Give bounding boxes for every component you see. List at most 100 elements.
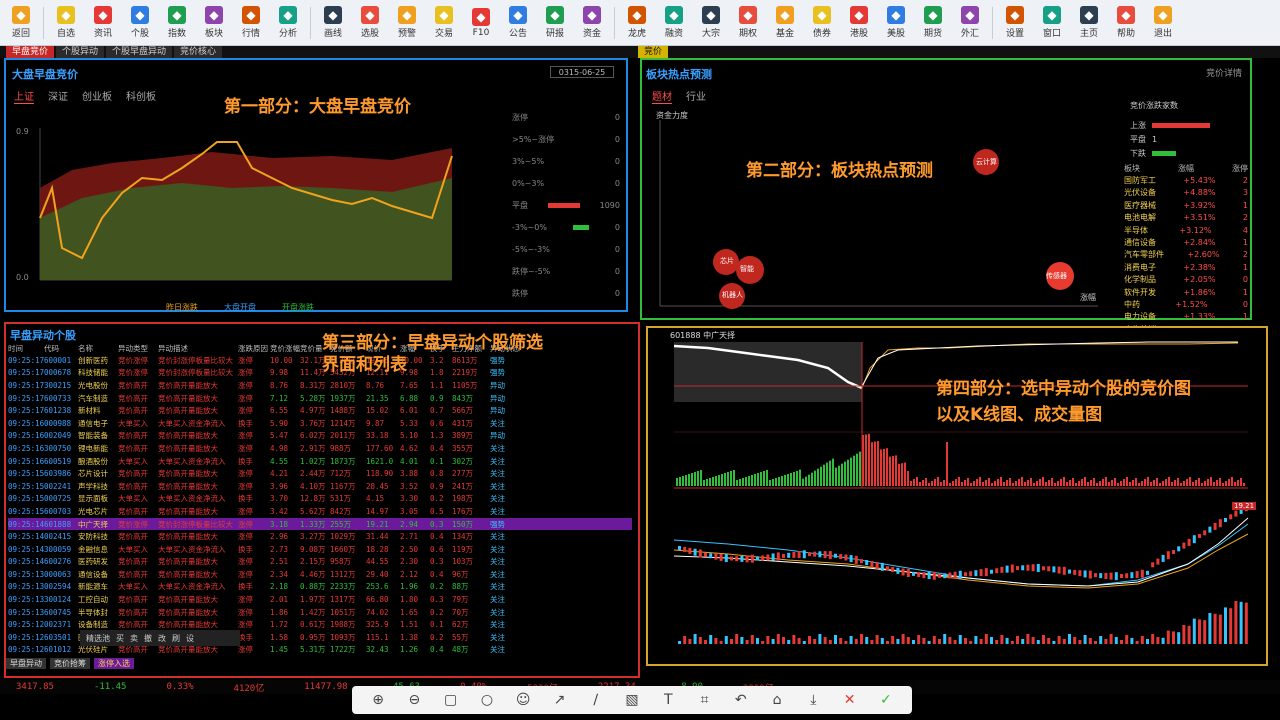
toolbar-button[interactable]: ◆ 资金 — [575, 3, 609, 43]
toolbar-button[interactable]: ◆ 研报 — [538, 3, 572, 43]
toolbar-button[interactable]: ◆ 预警 — [390, 3, 424, 43]
toolbar-button[interactable]: ◆ 自选 — [49, 3, 83, 43]
toolbar-button[interactable]: ◆ 期货 — [916, 3, 950, 43]
toolbar-button[interactable]: ◆ 债券 — [805, 3, 839, 43]
toolbar-button[interactable]: ◆ 期权 — [731, 3, 765, 43]
header-cell[interactable]: 代码 — [44, 343, 78, 354]
sector-row[interactable]: 医疗器械 +3.92% 1 — [1124, 199, 1248, 211]
sector-row[interactable]: 汽车零部件 +2.60% 2 — [1124, 249, 1248, 261]
emoji-icon[interactable]: ☺ — [513, 692, 533, 708]
toolbar-button[interactable]: ◆ 画线 — [316, 3, 350, 43]
table-row[interactable]: 09:25:14 300059 金融信息 大单买入 大单买入资金净流入 换手 2.73 9.0… — [8, 543, 632, 556]
toolbar-button[interactable]: ◆ 公告 — [501, 3, 535, 43]
table-row[interactable]: 09:25:14 002415 安防科技 竞价高开 竞价高开量能放大 涨停 2.96 3.27… — [8, 530, 632, 543]
tab-auction-core[interactable]: 竞价核心 — [174, 46, 223, 58]
sector-row[interactable]: 半导体 +3.12% 4 — [1124, 224, 1248, 236]
header-cell[interactable]: 时间 — [8, 343, 44, 354]
toolbar-button[interactable]: ◆ 资讯 — [86, 3, 120, 43]
zoom-in-icon[interactable]: ⊕ — [368, 692, 388, 708]
bubble-label[interactable]: 机器人 — [722, 290, 743, 300]
toolbar-button[interactable]: ◆ 帮助 — [1109, 3, 1143, 43]
subtab-kcb[interactable]: 科创板 — [126, 88, 156, 104]
toolbar-button[interactable]: ◆ 退出 — [1146, 3, 1180, 43]
table-row[interactable]: 09:25:15 600703 光电芯片 竞价高开 竞价高开量能放大 涨停 3.42 5.62… — [8, 505, 632, 518]
popup-button[interactable]: 刷 — [172, 633, 180, 644]
eraser-icon[interactable]: ⌂ — [767, 692, 787, 708]
circle-icon[interactable]: ○ — [477, 692, 497, 708]
table-row[interactable]: 09:25:16 002049 智能装备 竞价高开 竞价高开量能放大 涨停 5.47 6.02… — [8, 430, 632, 443]
zoom-out-icon[interactable]: ⊖ — [404, 692, 424, 708]
toolbar-button[interactable]: ◆ 设置 — [998, 3, 1032, 43]
toolbar-button[interactable]: ◆ 主页 — [1072, 3, 1106, 43]
sector-row[interactable]: 软件开发 +1.86% 1 — [1124, 286, 1248, 298]
table-row[interactable]: 09:25:13 300124 工控自动 竞价高开 竞价高开量能放大 涨停 2.01 1.97… — [8, 593, 632, 606]
table-row[interactable]: 09:25:14 601888 中广天择 竞价涨停 竞价封涨停板量比较大 涨停 3.18 1.… — [8, 517, 632, 531]
tab-auction-marker[interactable]: 竞价 — [637, 46, 668, 58]
table-row[interactable]: 09:25:17 300215 光电股份 竞价高开 竞价高开量能放大 涨停 8.76 8.31… — [8, 379, 632, 392]
table-row[interactable]: 09:25:17 600001 创新医药 竞价涨停 竞价封涨停板量比较大 涨停 10.00 3… — [8, 354, 632, 367]
download-icon[interactable]: ⤓ — [803, 692, 823, 708]
toolbar-button[interactable]: ◆ 基金 — [768, 3, 802, 43]
popup-button[interactable]: 撤 — [144, 633, 152, 644]
text-icon[interactable]: T — [658, 692, 678, 708]
table-row[interactable]: 09:25:14 600276 医药研发 竞价高开 竞价高开量能放大 涨停 2.51 2.15… — [8, 556, 632, 569]
tab-open-auction[interactable]: 早盘竞价 — [6, 46, 55, 58]
toolbar-button[interactable]: ◆ 行情 — [234, 3, 268, 43]
toolbar-button[interactable]: ◆ 分析 — [271, 3, 305, 43]
table-row[interactable]: 09:25:17 601238 新材料 竞价高开 竞价高开量能放大 涨停 6.55 4.97万… — [8, 404, 632, 417]
table-row[interactable]: 09:25:17 000678 科技储能 竞价涨停 竞价封涨停板量比较大 涨停 9.98 11… — [8, 367, 632, 380]
sector-row[interactable]: 国防军工 +5.43% 2 — [1124, 174, 1248, 186]
mosaic-icon[interactable]: ▧ — [622, 692, 642, 708]
popup-button[interactable]: 改 — [158, 633, 166, 644]
table-row[interactable]: 09:25:16 000988 通信电子 大单买入 大单买入资金净流入 换手 5.90 3.7… — [8, 417, 632, 430]
header-cell[interactable]: 涨跌原因 — [238, 343, 270, 354]
tab-stock-movement[interactable]: 个股异动 — [56, 46, 105, 58]
confirm-icon[interactable]: ✓ — [876, 692, 896, 708]
toolbar-button[interactable]: ◆ 交易 — [427, 3, 461, 43]
header-cell[interactable]: 异动描述 — [158, 343, 238, 354]
sector-row[interactable]: 电池电解 +3.51% 2 — [1124, 212, 1248, 224]
bubble-label[interactable]: 芯片 — [720, 256, 734, 266]
header-cell[interactable]: 名称 — [78, 343, 118, 354]
date-selector[interactable]: 0315-06-25 — [550, 66, 614, 78]
subtab-cyb[interactable]: 创业板 — [82, 88, 112, 104]
crop-icon[interactable]: ⌗ — [695, 692, 715, 708]
auction-detail-link[interactable]: 竞价详情 — [1206, 66, 1242, 79]
sector-row[interactable]: 通信设备 +2.84% 1 — [1124, 236, 1248, 248]
rectangle-icon[interactable]: ▢ — [441, 692, 461, 708]
toolbar-button[interactable]: ◆ 龙虎 — [620, 3, 654, 43]
sector-row[interactable]: 光伏设备 +4.88% 3 — [1124, 187, 1248, 199]
footer-tab[interactable]: 涨停入选 — [94, 658, 134, 669]
toolbar-button[interactable]: ◆ 板块 — [197, 3, 231, 43]
popup-button[interactable]: 卖 — [130, 633, 138, 644]
toolbar-button[interactable]: ◆ 指数 — [160, 3, 194, 43]
popup-button[interactable]: 精选池 — [86, 633, 110, 644]
table-row[interactable]: 09:25:13 000063 通信设备 竞价高开 竞价高开量能放大 涨停 2.34 4.46… — [8, 568, 632, 581]
line-icon[interactable]: ∕ — [586, 692, 606, 708]
table-row[interactable]: 09:25:16 600519 酿酒股份 大单买入 大单买入资金净流入 换手 4.55 1.0… — [8, 455, 632, 468]
toolbar-button[interactable]: ◆ 返回 — [4, 3, 38, 43]
toolbar-button[interactable]: ◆ 个股 — [123, 3, 157, 43]
footer-tab[interactable]: 竞价抢筹 — [50, 658, 90, 669]
close-icon[interactable]: ✕ — [840, 692, 860, 708]
toolbar-button[interactable]: ◆ 美股 — [879, 3, 913, 43]
subtab-sz[interactable]: 深证 — [48, 88, 68, 104]
subtab-sh[interactable]: 上证 — [14, 88, 34, 104]
table-row[interactable]: 09:25:13 002594 新能源车 大单买入 大单买入资金净流入 换手 2.18 0.8… — [8, 581, 632, 594]
popup-button[interactable]: 买 — [116, 633, 124, 644]
sector-row[interactable]: 中药 +1.52% 0 — [1124, 298, 1248, 310]
toolbar-button[interactable]: ◆ 外汇 — [953, 3, 987, 43]
toolbar-button[interactable]: ◆ 港股 — [842, 3, 876, 43]
undo-icon[interactable]: ↶ — [731, 692, 751, 708]
table-row[interactable]: 09:25:13 600745 半导体封 竞价高开 竞价高开量能放大 涨停 1.86 1.42… — [8, 606, 632, 619]
tab-stock-morning-movement[interactable]: 个股早盘异动 — [106, 46, 173, 58]
bubble-label[interactable]: 传感器 — [1046, 271, 1067, 281]
bubble-label[interactable]: 智能 — [740, 264, 754, 274]
arrow-icon[interactable]: ↗ — [549, 692, 569, 708]
toolbar-button[interactable]: ◆ 选股 — [353, 3, 387, 43]
sector-row[interactable]: 电力设备 +1.33% 1 — [1124, 311, 1248, 323]
toolbar-button[interactable]: ◆ 大宗 — [694, 3, 728, 43]
popup-button[interactable]: 设 — [186, 633, 194, 644]
table-row[interactable]: 09:25:15 002241 声学科技 竞价高开 竞价高开量能放大 涨停 3.96 4.10… — [8, 480, 632, 493]
table-row[interactable]: 09:25:17 600733 汽车制造 竞价高开 竞价高开量能放大 涨停 7.12 5.28… — [8, 392, 632, 405]
